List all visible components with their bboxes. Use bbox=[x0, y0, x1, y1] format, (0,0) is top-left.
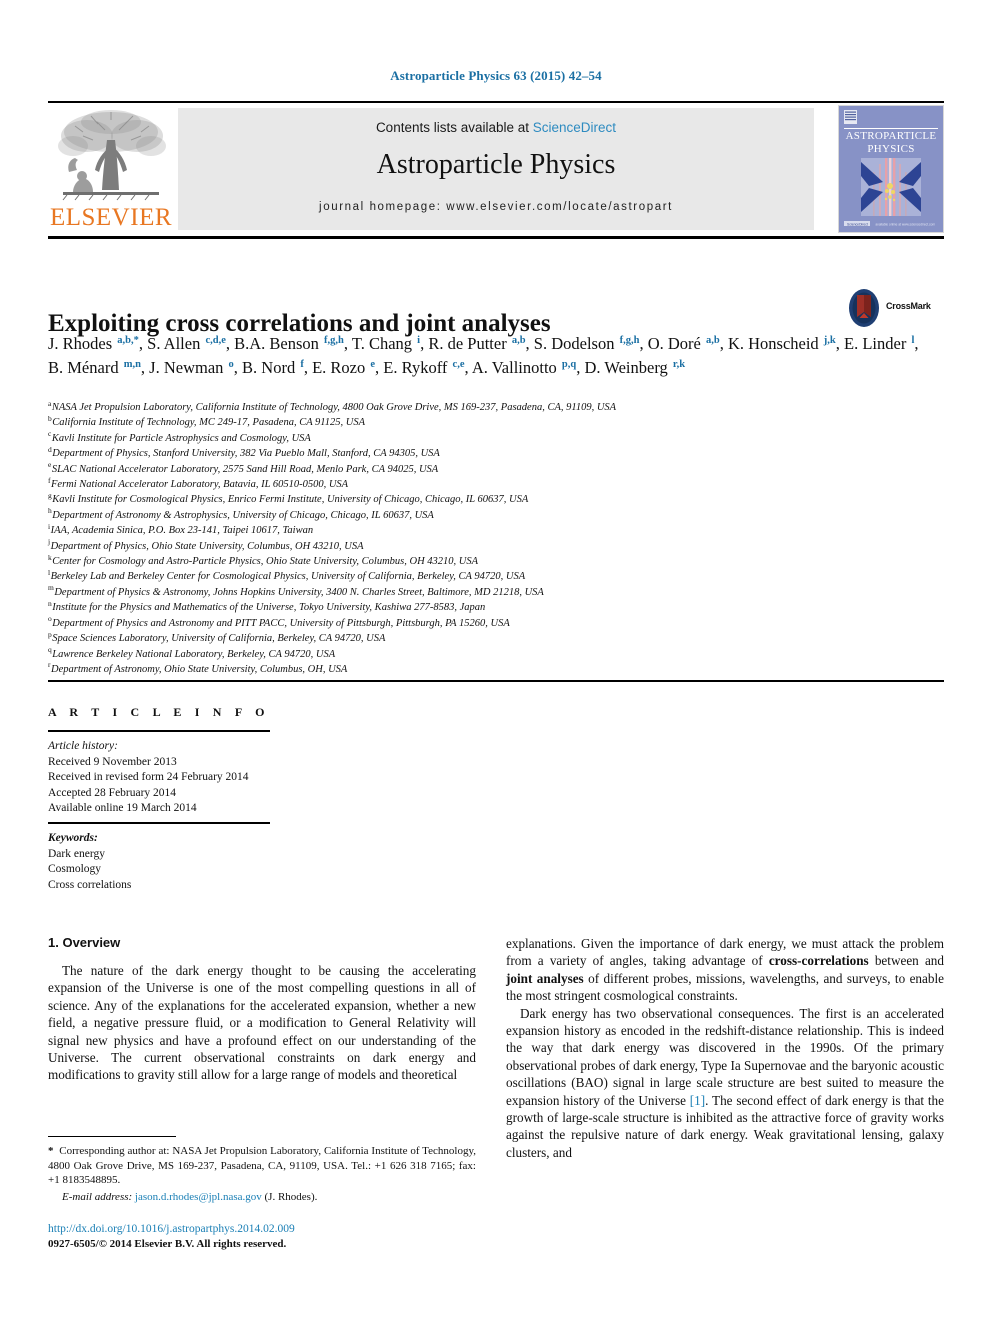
body-column-left: 1. Overview The nature of the dark energ… bbox=[48, 935, 476, 1084]
affiliation-text: Department of Physics and Astronomy and … bbox=[52, 617, 510, 629]
overview-paragraph-1: The nature of the dark energy thought to… bbox=[48, 963, 476, 1083]
masthead-bottom-rule bbox=[48, 236, 944, 239]
journal-homepage-link[interactable]: journal homepage: www.elsevier.com/locat… bbox=[178, 201, 814, 213]
svg-text:ASTROPARTICLE: ASTROPARTICLE bbox=[846, 130, 937, 142]
elsevier-tree-icon bbox=[58, 110, 166, 201]
masthead-top-rule bbox=[48, 101, 944, 103]
article-history-label: Article history: bbox=[48, 740, 118, 752]
journal-article-page: Astroparticle Physics 63 (2015) 42–54 EL… bbox=[0, 0, 992, 1323]
affiliation-text: Fermi National Accelerator Laboratory, B… bbox=[51, 479, 349, 491]
affiliation-item: hDepartment of Astronomy & Astrophysics,… bbox=[48, 507, 938, 523]
journal-title: Astroparticle Physics bbox=[376, 149, 616, 180]
affiliation-item: oDepartment of Physics and Astronomy and… bbox=[48, 615, 938, 631]
affiliation-text: Kavli Institute for Particle Astrophysic… bbox=[51, 432, 311, 444]
email-address-link[interactable]: jason.d.rhodes@jpl.nasa.gov bbox=[135, 1191, 262, 1203]
affiliation-text: Department of Astronomy, Ohio State Univ… bbox=[51, 663, 348, 675]
affiliation-item: cKavli Institute for Particle Astrophysi… bbox=[48, 430, 938, 446]
affiliation-text: Department of Astronomy & Astrophysics, … bbox=[52, 509, 434, 521]
overview-paragraph-continued: explanations. Given the importance of da… bbox=[506, 936, 944, 1004]
contents-prefix-text: Contents lists available at bbox=[375, 120, 533, 135]
crossmark-icon bbox=[849, 289, 879, 327]
affiliation-item: bCalifornia Institute of Technology, MC … bbox=[48, 415, 938, 430]
article-history-item: Accepted 28 February 2014 bbox=[48, 786, 177, 799]
affiliation-text: California Institute of Technology, MC 2… bbox=[52, 417, 366, 429]
email-address-label: E-mail address: bbox=[62, 1190, 133, 1203]
affiliation-item: kCenter for Cosmology and Astro-Particle… bbox=[48, 553, 938, 569]
svg-text:PHYSICS: PHYSICS bbox=[867, 143, 914, 155]
affiliation-text: Department of Physics & Astronomy, Johns… bbox=[54, 586, 544, 598]
affiliation-item: aNASA Jet Propulsion Laboratory, Califor… bbox=[48, 399, 938, 415]
copyright-line: 0927-6505/© 2014 Elsevier B.V. All right… bbox=[48, 1238, 287, 1250]
affiliation-text: Space Sciences Laboratory, University of… bbox=[52, 633, 386, 645]
author-list: J. Rhodes a,b,*, S. Allen c,d,e, B.A. Be… bbox=[48, 334, 919, 377]
affiliation-item: rDepartment of Astronomy, Ohio State Uni… bbox=[48, 661, 938, 677]
article-history-item: Available online 19 March 2014 bbox=[48, 802, 197, 814]
article-info-top-rule bbox=[48, 680, 944, 682]
contents-available-line: Contents lists available at ScienceDirec… bbox=[178, 120, 814, 135]
affiliation-text: NASA Jet Propulsion Laboratory, Californ… bbox=[51, 402, 617, 413]
affiliation-text: Center for Cosmology and Astro-Particle … bbox=[52, 556, 479, 568]
affiliation-text: Department of Physics, Stanford Universi… bbox=[52, 448, 440, 460]
affiliation-list: aNASA Jet Propulsion Laboratory, Califor… bbox=[48, 399, 938, 677]
affiliation-item: nInstitute for the Physics and Mathemati… bbox=[48, 600, 938, 615]
email-owner: (J. Rhodes). bbox=[264, 1190, 318, 1203]
article-history-items: Received 9 November 2013 Received in revi… bbox=[48, 755, 348, 817]
affiliation-item: pSpace Sciences Laboratory, University o… bbox=[48, 630, 938, 646]
contents-box: Contents lists available at ScienceDirec… bbox=[178, 108, 814, 230]
affiliation-item: jDepartment of Physics, Ohio State Unive… bbox=[48, 538, 938, 554]
affiliation-item: dDepartment of Physics, Stanford Univers… bbox=[48, 445, 938, 461]
article-history-item: Received in revised form 24 February 201… bbox=[48, 771, 249, 783]
keyword-item: Cross correlations bbox=[48, 878, 132, 891]
elsevier-wordmark: ELSEVIER bbox=[49, 204, 173, 231]
affiliation-text: Department of Physics, Ohio State Univer… bbox=[50, 540, 364, 552]
affiliation-text: IAA, Academia Sinica, P.O. Box 23-141, T… bbox=[50, 525, 314, 537]
keyword-item: Dark energy bbox=[48, 847, 105, 860]
affiliation-item: mDepartment of Physics & Astronomy, John… bbox=[48, 584, 938, 600]
article-history-block: Article history: Received 9 November 201… bbox=[48, 739, 348, 817]
svg-text:available online at www.scienc: available online at www.sciencedirect.co… bbox=[875, 223, 935, 227]
crossmark-badge[interactable]: CrossMark bbox=[846, 288, 944, 330]
affiliation-text: Berkeley Lab and Berkeley Center for Cos… bbox=[50, 571, 526, 583]
affiliation-item: eSLAC National Accelerator Laboratory, 2… bbox=[48, 461, 938, 477]
sciencedirect-link[interactable]: ScienceDirect bbox=[533, 120, 616, 135]
running-head-citation: Astroparticle Physics 63 (2015) 42–54 bbox=[390, 68, 602, 83]
article-info-heading: A R T I C L E I N F O bbox=[48, 705, 270, 719]
affiliation-text: SLAC National Accelerator Laboratory, 25… bbox=[51, 463, 439, 475]
article-info-rule-2 bbox=[48, 822, 270, 824]
affiliation-item: iIAA, Academia Sinica, P.O. Box 23-141, … bbox=[48, 523, 938, 538]
article-history-item: Received 9 November 2013 bbox=[48, 755, 177, 768]
article-info-rule-1 bbox=[48, 730, 270, 732]
crossmark-label: CrossMark bbox=[886, 301, 931, 311]
section-heading-overview: 1. Overview bbox=[48, 935, 121, 950]
body-column-right: explanations. Given the importance of da… bbox=[506, 935, 944, 1161]
keyword-item: Cosmology bbox=[48, 863, 102, 875]
journal-masthead: ELSEVIER Contents lists available at Sci… bbox=[48, 104, 944, 233]
affiliation-text: Kavli Institute for Cosmological Physics… bbox=[52, 494, 529, 506]
affiliation-text: Lawrence Berkeley National Laboratory, B… bbox=[52, 648, 336, 660]
journal-cover-art: ASTROPARTICLE PHYSICS ScienceDirect avai… bbox=[839, 106, 943, 232]
footnote-block: * Corresponding author at: NASA Jet Prop… bbox=[48, 1144, 476, 1204]
svg-text:ScienceDirect: ScienceDirect bbox=[847, 223, 868, 227]
doi-block: http://dx.doi.org/10.1016/j.astropartphy… bbox=[48, 1222, 478, 1252]
footnote-rule bbox=[48, 1136, 176, 1138]
affiliation-item: fFermi National Accelerator Laboratory, … bbox=[48, 476, 938, 492]
affiliation-item: lBerkeley Lab and Berkeley Center for Co… bbox=[48, 569, 938, 584]
affiliation-text: Institute for the Physics and Mathematic… bbox=[52, 602, 486, 614]
affiliation-item: gKavli Institute for Cosmological Physic… bbox=[48, 492, 938, 507]
keywords-label: Keywords: bbox=[48, 832, 98, 844]
corresponding-author-note: * Corresponding author at: NASA Jet Prop… bbox=[48, 1145, 476, 1187]
email-note: E-mail address: jason.d.rhodes@jpl.nasa.… bbox=[48, 1190, 476, 1205]
affiliation-item: qLawrence Berkeley National Laboratory, … bbox=[48, 646, 938, 662]
overview-paragraph-2: Dark energy has two observational conseq… bbox=[506, 1005, 944, 1160]
doi-link[interactable]: http://dx.doi.org/10.1016/j.astropartphy… bbox=[48, 1222, 478, 1237]
keyword-items: Dark energy Cosmology Cross correlations bbox=[48, 847, 348, 894]
keywords-block: Keywords: Dark energy Cosmology Cross corr… bbox=[48, 831, 348, 893]
journal-cover-thumbnail[interactable]: ASTROPARTICLE PHYSICS ScienceDirect avai… bbox=[838, 105, 944, 233]
elsevier-logo: ELSEVIER bbox=[48, 104, 174, 232]
